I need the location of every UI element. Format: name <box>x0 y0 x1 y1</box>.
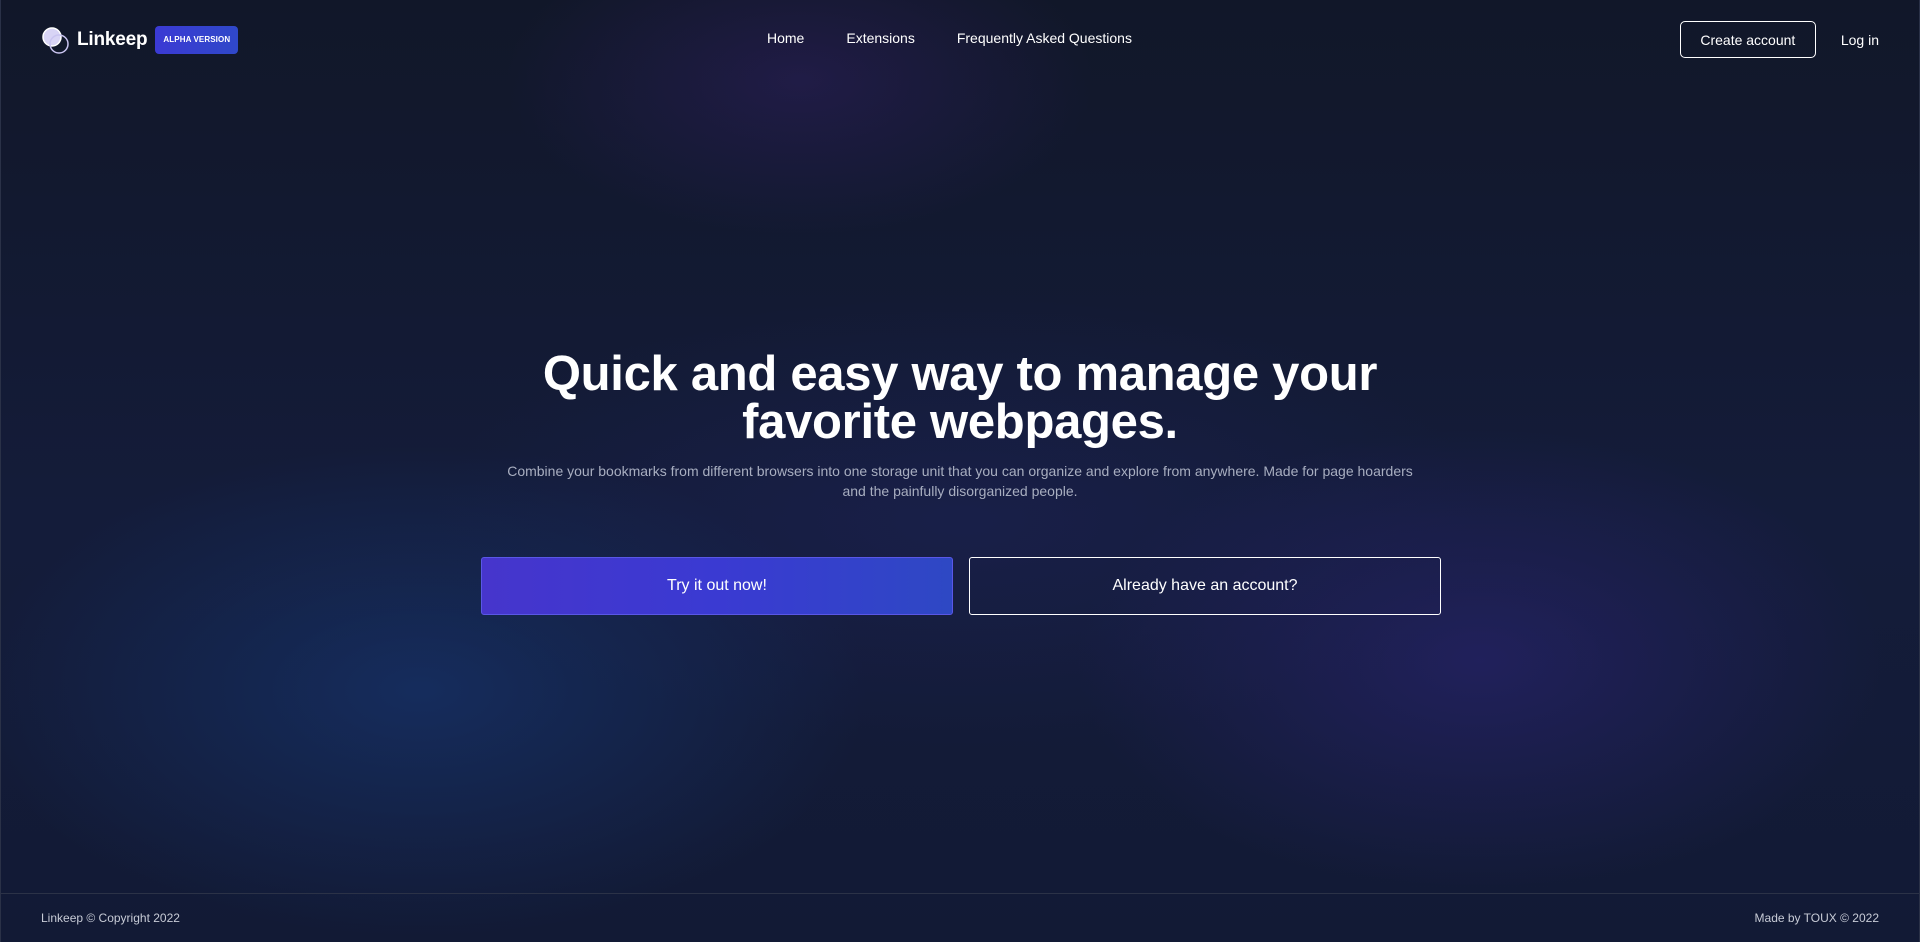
site-footer: Linkeep © Copyright 2022 Made by TOUX © … <box>1 893 1919 942</box>
main-nav: Home Extensions Frequently Asked Questio… <box>767 30 1132 46</box>
nav-extensions[interactable]: Extensions <box>846 30 914 46</box>
nav-faq[interactable]: Frequently Asked Questions <box>957 30 1132 46</box>
site-header: Linkeep ALPHA VERSION Home Extensions Fr… <box>1 0 1919 80</box>
footer-credit: Made by TOUX © 2022 <box>1754 911 1879 925</box>
hero-title-line-1: Quick and easy way to manage your <box>542 347 1378 401</box>
brand-name: Linkeep <box>77 29 148 50</box>
alpha-version-badge: ALPHA VERSION <box>155 26 239 54</box>
hero-title: Quick and easy way to manage your favori… <box>510 347 1410 449</box>
create-account-button[interactable]: Create account <box>1679 21 1816 58</box>
footer-copyright: Linkeep © Copyright 2022 <box>41 911 180 925</box>
logo[interactable]: Linkeep ALPHA VERSION <box>41 24 239 56</box>
hero-title-line-2: favorite webpages. <box>742 395 1178 449</box>
auth-actions: Create account Log in <box>1679 21 1879 58</box>
linked-circles-icon <box>41 24 71 56</box>
already-have-account-button[interactable]: Already have an account? <box>969 557 1441 615</box>
try-it-out-button[interactable]: Try it out now! <box>481 557 953 615</box>
hero-content: Quick and easy way to manage your favori… <box>1 350 1919 501</box>
nav-home[interactable]: Home <box>767 30 804 46</box>
hero-subtitle: Combine your bookmarks from different br… <box>507 463 1413 499</box>
cta-row: Try it out now! Already have an account? <box>481 557 1441 615</box>
login-button[interactable]: Log in <box>1841 32 1879 48</box>
